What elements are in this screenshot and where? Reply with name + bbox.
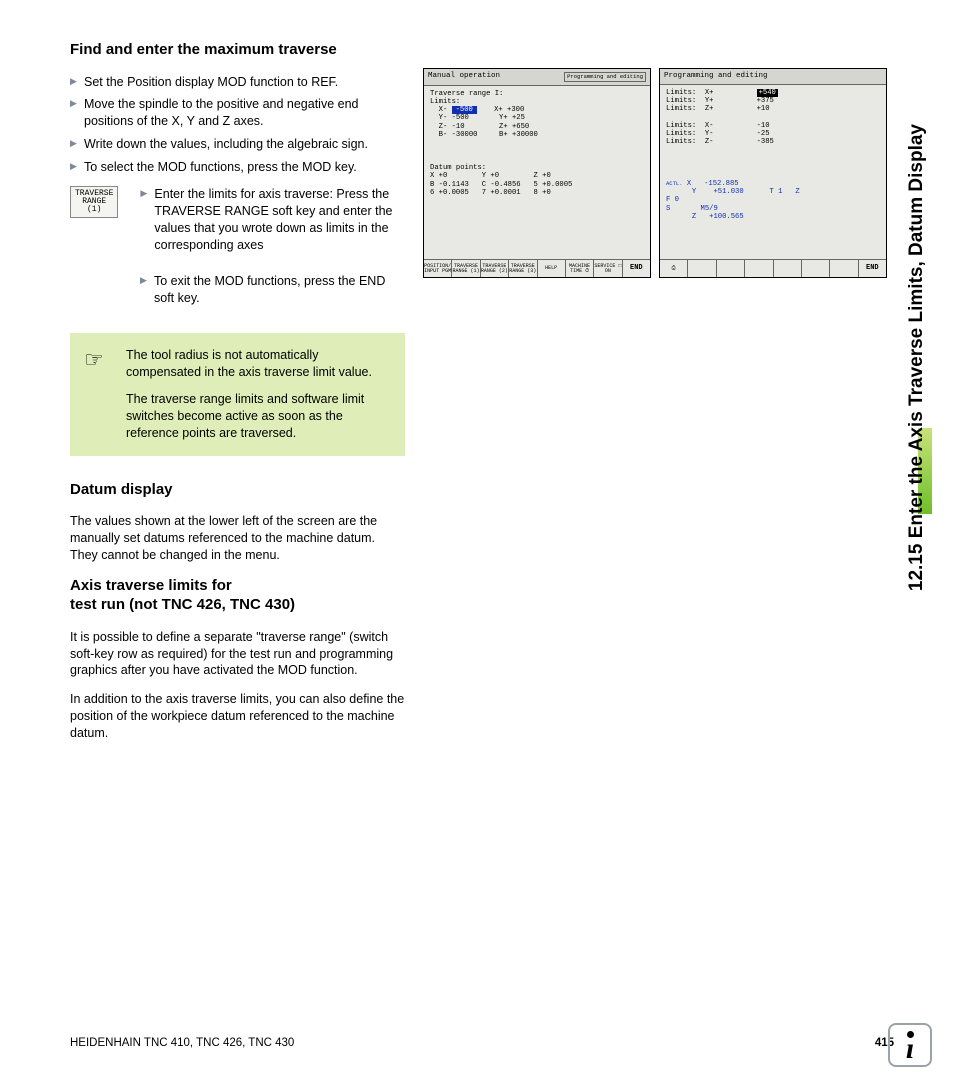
cnc-softkey: TRAVERSE RANGE (3) <box>509 260 537 277</box>
cnc-body: Limits: X+ +540 Limits: Y+ +375 Limits: … <box>660 85 886 259</box>
cnc-mode-mini: Programming and editing <box>564 72 646 82</box>
note-text: The tool radius is not automatically com… <box>126 347 389 381</box>
cnc-screen-programming: Programming and editing Limits: X+ +540 … <box>659 68 887 278</box>
page-footer: HEIDENHAIN TNC 410, TNC 426, TNC 430 415 <box>70 1037 894 1049</box>
heading-axis-traverse-limits: Axis traverse limits for test run (not T… <box>70 576 405 615</box>
step-item: Move the spindle to the positive and neg… <box>70 96 405 130</box>
footer-product: HEIDENHAIN TNC 410, TNC 426, TNC 430 <box>70 1037 294 1049</box>
body-text: In addition to the axis traverse limits,… <box>70 691 405 742</box>
cnc-body: Traverse range I: Limits: X- -500 X+ +30… <box>424 86 650 260</box>
cnc-softkey: MACHINE TIME ⏱ <box>566 260 594 277</box>
body-text: It is possible to define a separate "tra… <box>70 629 405 680</box>
cnc-softkey: END <box>623 260 650 277</box>
hand-icon: ☞ <box>84 345 104 375</box>
cnc-softkey: HELP <box>538 260 566 277</box>
note-text: The traverse range limits and software l… <box>126 391 389 442</box>
cnc-softkey-row: ⎙ END <box>660 259 886 277</box>
steps-list: Set the Position display MOD function to… <box>70 74 405 176</box>
sub-step-item: To exit the MOD functions, press the END… <box>140 273 405 307</box>
softkey-traverse-range: TRAVERSE RANGE (1) <box>70 186 118 218</box>
cnc-title: Manual operation <box>428 72 500 82</box>
step-item: To select the MOD functions, press the M… <box>70 159 405 176</box>
cnc-softkey: TRAVERSE RANGE (1) <box>452 260 480 277</box>
cnc-screen-manual: Manual operation Programming and editing… <box>423 68 651 278</box>
heading-find-traverse: Find and enter the maximum traverse <box>70 40 405 60</box>
cnc-softkey: POSITION/ INPUT PGM <box>424 260 452 277</box>
cnc-title: Programming and editing <box>664 72 768 81</box>
info-icon: ı <box>888 1023 932 1067</box>
cnc-softkey-row: POSITION/ INPUT PGM TRAVERSE RANGE (1) T… <box>424 259 650 277</box>
cnc-softkey: ⎙ <box>660 260 688 277</box>
cnc-softkey: TRAVERSE RANGE (2) <box>481 260 509 277</box>
side-tab: 12.15 Enter the Axis Traverse Limits, Da… <box>902 38 932 678</box>
step-item: Set the Position display MOD function to… <box>70 74 405 91</box>
note-box: ☞ The tool radius is not automatically c… <box>70 333 405 455</box>
heading-datum-display: Datum display <box>70 480 405 500</box>
sub-steps: Enter the limits for axis traverse: Pres… <box>140 186 405 266</box>
cnc-softkey: END <box>859 260 886 277</box>
body-text: The values shown at the lower left of th… <box>70 513 405 564</box>
step-item: Write down the values, including the alg… <box>70 136 405 153</box>
sub-step-item: Enter the limits for axis traverse: Pres… <box>140 186 405 254</box>
cnc-softkey: SERVICE □ ON <box>594 260 622 277</box>
side-tab-text: 12.15 Enter the Axis Traverse Limits, Da… <box>906 124 928 591</box>
